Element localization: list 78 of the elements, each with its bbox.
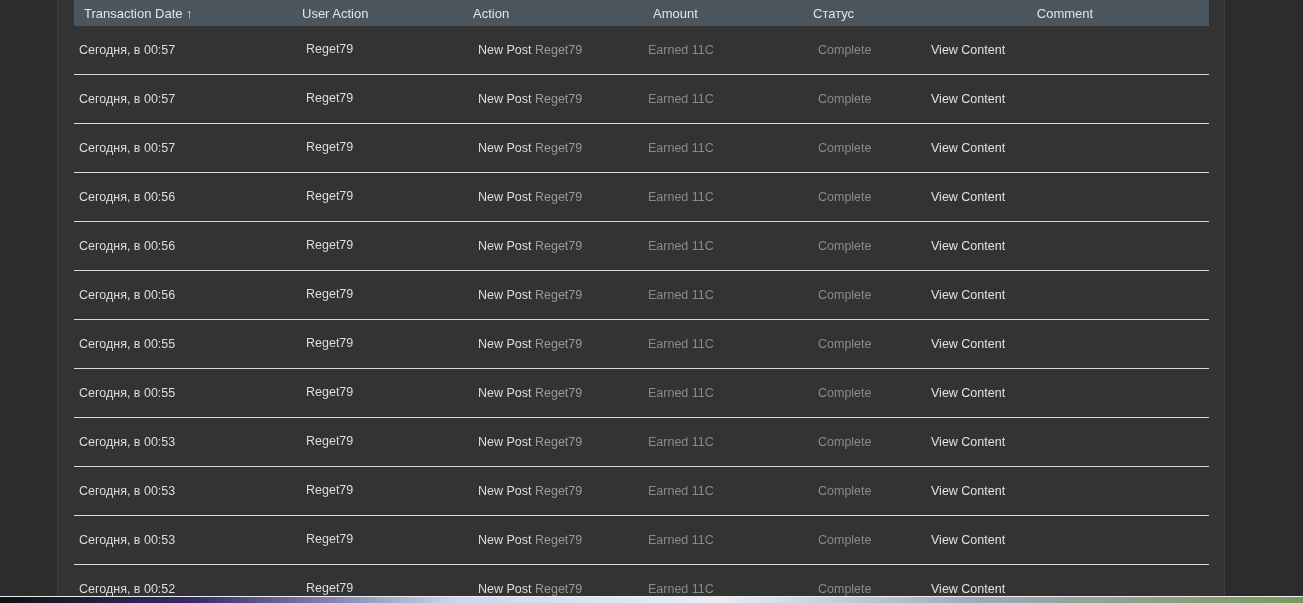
date-cell-text: Сегодня, в 00:57	[78, 43, 176, 57]
amount-cell-text: Earned 11C	[647, 190, 714, 204]
date-cell-text: Сегодня, в 00:53	[78, 435, 176, 449]
user-link[interactable]: Reget79	[296, 482, 354, 497]
view-content-link[interactable]: View Content	[921, 43, 1006, 57]
view-content-link[interactable]: View Content	[921, 582, 1006, 596]
date-cell-text: Сегодня, в 00:56	[78, 190, 176, 204]
date-cell-text: Сегодня, в 00:53	[78, 484, 176, 498]
user-link[interactable]: Reget79	[296, 335, 354, 350]
date-cell-text: Сегодня, в 00:55	[78, 386, 176, 400]
action-cell-text: New Post Reget79	[477, 582, 583, 596]
action-cell-text: New Post Reget79	[477, 43, 583, 57]
user-link[interactable]: Reget79	[296, 531, 354, 546]
status-cell-text: Complete	[817, 582, 872, 596]
view-content-link[interactable]: View Content	[921, 337, 1006, 351]
date-cell-text: Сегодня, в 00:56	[78, 288, 176, 302]
view-content-link[interactable]: View Content	[921, 239, 1006, 253]
date-cell-text: Сегодня, в 00:57	[78, 141, 176, 155]
status-cell-text: Complete	[817, 435, 872, 449]
user-link[interactable]: Reget79	[296, 139, 354, 154]
amount-cell-text: Earned 11C	[647, 43, 714, 57]
status-cell-text: Complete	[817, 337, 872, 351]
amount-cell-text: Earned 11C	[647, 141, 714, 155]
view-content-link[interactable]: View Content	[921, 533, 1006, 547]
column-header: Action	[472, 5, 511, 21]
column-header: Amount	[652, 5, 699, 21]
user-link[interactable]: Reget79	[296, 188, 354, 203]
action-cell-text: New Post Reget79	[477, 435, 583, 449]
column-header: Comment	[1036, 5, 1094, 21]
date-cell-text: Сегодня, в 00:55	[78, 337, 176, 351]
view-content-link[interactable]: View Content	[921, 92, 1006, 106]
amount-cell-text: Earned 11C	[647, 92, 714, 106]
status-cell-text: Complete	[817, 43, 872, 57]
date-cell-text: Сегодня, в 00:52	[78, 582, 176, 596]
user-link[interactable]: Reget79	[296, 580, 354, 595]
action-cell-text: New Post Reget79	[477, 239, 583, 253]
amount-cell-text: Earned 11C	[647, 386, 714, 400]
amount-cell-text: Earned 11C	[647, 435, 714, 449]
view-content-link[interactable]: View Content	[921, 484, 1006, 498]
date-cell-text: Сегодня, в 00:56	[78, 239, 176, 253]
status-cell-text: Complete	[817, 484, 872, 498]
amount-cell-text: Earned 11C	[647, 337, 714, 351]
view-content-link[interactable]: View Content	[921, 435, 1006, 449]
view-content-link[interactable]: View Content	[921, 190, 1006, 204]
action-cell-text: New Post Reget79	[477, 92, 583, 106]
column-header: Статус	[812, 5, 856, 21]
amount-cell-text: Earned 11C	[647, 288, 714, 302]
amount-cell-text: Earned 11C	[647, 239, 714, 253]
action-cell-text: New Post Reget79	[477, 386, 583, 400]
action-cell-text: New Post Reget79	[477, 190, 583, 204]
action-cell-text: New Post Reget79	[477, 337, 583, 351]
user-link[interactable]: Reget79	[296, 286, 354, 301]
user-link[interactable]: Reget79	[296, 384, 354, 399]
date-cell-text: Сегодня, в 00:57	[78, 92, 176, 106]
amount-cell-text: Earned 11C	[647, 533, 714, 547]
column-header[interactable]: Transaction Date ↑	[74, 5, 296, 21]
action-cell-text: New Post Reget79	[477, 533, 583, 547]
action-cell-text: New Post Reget79	[477, 141, 583, 155]
view-content-link[interactable]: View Content	[921, 386, 1006, 400]
status-cell-text: Complete	[817, 288, 872, 302]
status-cell-text: Complete	[817, 386, 872, 400]
status-cell-text: Complete	[817, 190, 872, 204]
status-cell-text: Complete	[817, 239, 872, 253]
view-content-link[interactable]: View Content	[921, 288, 1006, 302]
action-cell-text: New Post Reget79	[477, 288, 583, 302]
view-content-link[interactable]: View Content	[921, 141, 1006, 155]
amount-cell-text: Earned 11C	[647, 484, 714, 498]
status-cell-text: Complete	[817, 92, 872, 106]
user-link[interactable]: Reget79	[296, 433, 354, 448]
action-cell-text: New Post Reget79	[477, 484, 583, 498]
user-link[interactable]: Reget79	[296, 90, 354, 105]
date-cell-text: Сегодня, в 00:53	[78, 533, 176, 547]
column-header: User Action	[301, 5, 370, 21]
amount-cell-text: Earned 11C	[647, 582, 714, 596]
status-cell-text: Complete	[817, 141, 872, 155]
status-cell-text: Complete	[817, 533, 872, 547]
user-link[interactable]: Reget79	[296, 237, 354, 252]
user-link[interactable]: Reget79	[296, 41, 354, 56]
